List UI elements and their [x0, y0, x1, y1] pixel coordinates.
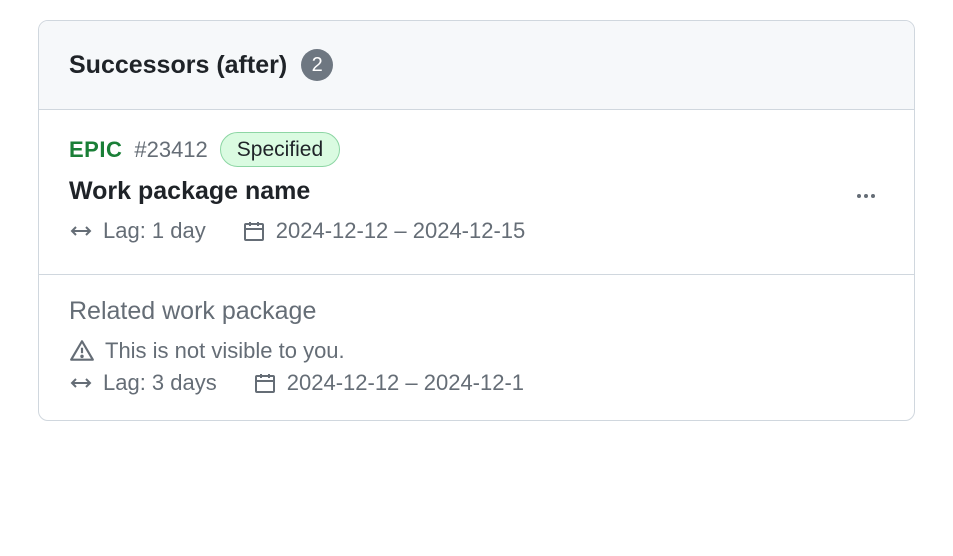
- item-warning-row: This is not visible to you.: [69, 338, 884, 364]
- lag-icon: [69, 222, 93, 240]
- count-badge: 2: [301, 49, 333, 81]
- item-meta: EPIC #23412 Specified: [69, 132, 884, 167]
- lag-label: Lag: 3 days: [103, 370, 217, 396]
- work-package-type: EPIC: [69, 137, 122, 163]
- work-package-name: Related work package: [69, 297, 884, 326]
- more-actions-button[interactable]: [848, 178, 884, 214]
- work-package-name[interactable]: Work package name: [69, 177, 884, 206]
- status-badge: Specified: [220, 132, 340, 167]
- date-range: 2024-12-12 – 2024-12-1: [287, 370, 524, 396]
- dots-horizontal-icon: [854, 184, 878, 208]
- lag-icon: [69, 374, 93, 392]
- panel-title: Successors (after): [69, 51, 287, 80]
- lag-label: Lag: 1 day: [103, 218, 206, 244]
- date-range: 2024-12-12 – 2024-12-15: [276, 218, 526, 244]
- successor-item: Related work package This is not visible…: [39, 274, 914, 420]
- panel-header: Successors (after) 2: [39, 21, 914, 109]
- successors-panel: Successors (after) 2 EPIC #23412 Specifi…: [38, 20, 915, 421]
- work-package-id: #23412: [134, 137, 207, 163]
- calendar-icon: [253, 371, 277, 395]
- warning-icon: [69, 338, 95, 364]
- warning-text: This is not visible to you.: [105, 338, 345, 364]
- item-details: Lag: 3 days 2024-12-12 – 2024-12-1: [69, 370, 884, 396]
- item-details: Lag: 1 day 2024-12-12 – 2024-12-15: [69, 218, 884, 244]
- calendar-icon: [242, 219, 266, 243]
- successor-item: EPIC #23412 Specified Work package name …: [39, 109, 914, 274]
